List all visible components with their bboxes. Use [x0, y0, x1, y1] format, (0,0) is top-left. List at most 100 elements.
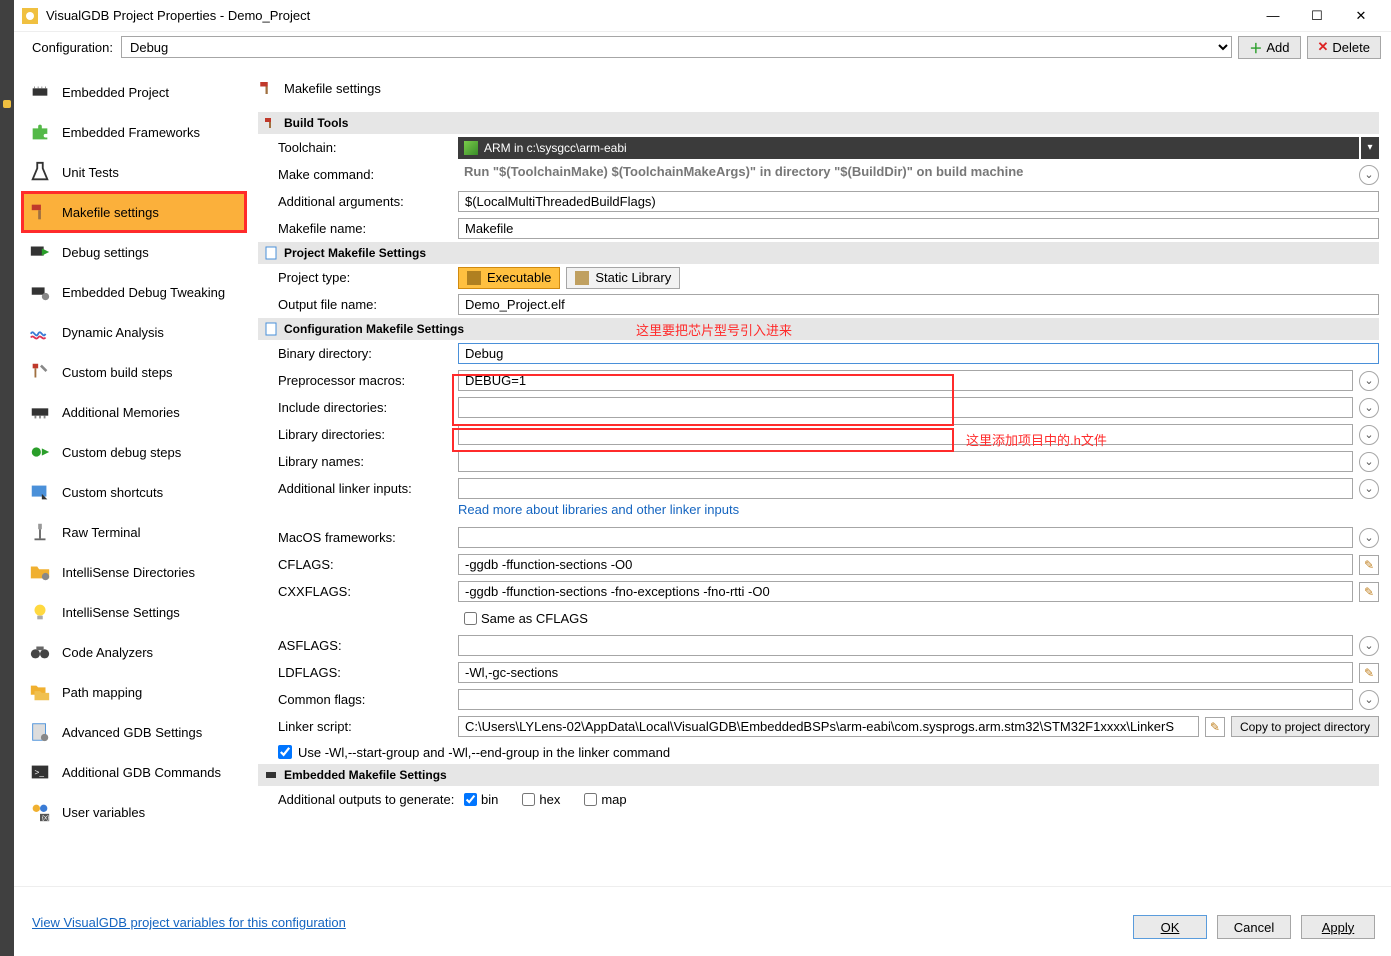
sidebar-item-code-analyzers[interactable]: Code Analyzers: [22, 632, 246, 672]
sidebar-item-intellisense-settings[interactable]: IntelliSense Settings: [22, 592, 246, 632]
label-cxxflags: CXXFLAGS:: [278, 584, 458, 599]
add-configuration-button[interactable]: ＋Add: [1238, 36, 1300, 59]
label-project-type: Project type:: [278, 270, 458, 285]
use-wl-group-checkbox[interactable]: [278, 745, 292, 759]
svg-text:>_: >_: [35, 768, 45, 777]
linker-script-input[interactable]: [458, 716, 1199, 737]
pencil-icon[interactable]: ✎: [1205, 717, 1225, 737]
close-button[interactable]: ✕: [1339, 1, 1383, 31]
chevron-down-icon[interactable]: ▾: [1361, 137, 1379, 159]
maximize-button[interactable]: ☐: [1295, 1, 1339, 31]
titlebar: VisualGDB Project Properties - Demo_Proj…: [14, 0, 1391, 32]
makefile-name-input[interactable]: [458, 218, 1379, 239]
pencil-icon[interactable]: ✎: [1359, 555, 1379, 575]
board-play-icon: [28, 240, 52, 264]
preprocessor-macros-input[interactable]: [458, 370, 1353, 391]
sidebar-item-unit-tests[interactable]: Unit Tests: [22, 152, 246, 192]
sidebar-item-embedded-debug-tweaking[interactable]: Embedded Debug Tweaking: [22, 272, 246, 312]
sidebar-item-additional-memories[interactable]: Additional Memories: [22, 392, 246, 432]
sidebar-item-makefile-settings[interactable]: Makefile settings: [22, 192, 246, 232]
editor-gutter: [0, 0, 14, 956]
sidebar-item-raw-terminal[interactable]: Raw Terminal: [22, 512, 246, 552]
expand-button[interactable]: ⌄: [1359, 425, 1379, 445]
output-bin-checkbox[interactable]: bin: [464, 792, 498, 807]
sidebar-item-user-variables[interactable]: {x}= User variables: [22, 792, 246, 832]
macos-frameworks-input[interactable]: [458, 527, 1353, 548]
sidebar-item-label: Dynamic Analysis: [62, 325, 164, 340]
sidebar-item-dynamic-analysis[interactable]: Dynamic Analysis: [22, 312, 246, 352]
section-build-tools: Build Tools: [258, 112, 1379, 134]
expand-button[interactable]: ⌄: [1359, 479, 1379, 499]
sidebar-item-embedded-frameworks[interactable]: Embedded Frameworks: [22, 112, 246, 152]
svg-text:{x}=: {x}=: [42, 814, 51, 821]
sidebar-item-label: Advanced GDB Settings: [62, 725, 202, 740]
label-make-command: Make command:: [278, 167, 458, 182]
sidebar-item-label: Embedded Debug Tweaking: [62, 285, 225, 300]
label-additional-linker-inputs: Additional linker inputs:: [278, 481, 458, 496]
output-hex-checkbox[interactable]: hex: [522, 792, 560, 807]
cflags-input[interactable]: [458, 554, 1353, 575]
sidebar-item-label: User variables: [62, 805, 145, 820]
sidebar-item-intellisense-directories[interactable]: IntelliSense Directories: [22, 552, 246, 592]
expand-button[interactable]: ⌄: [1359, 636, 1379, 656]
readmore-link[interactable]: Read more about libraries and other link…: [458, 502, 739, 517]
delete-configuration-button[interactable]: ✕Delete: [1307, 36, 1381, 59]
additional-args-input[interactable]: [458, 191, 1379, 212]
sidebar-item-path-mapping[interactable]: Path mapping: [22, 672, 246, 712]
output-map-checkbox[interactable]: map: [584, 792, 626, 807]
library-directories-input[interactable]: [458, 424, 1353, 445]
content-pane: Makefile settings Build Tools Toolchain:…: [252, 62, 1391, 886]
label-output-file-name: Output file name:: [278, 297, 458, 312]
console-icon: >_: [28, 760, 52, 784]
project-type-static-library[interactable]: Static Library: [566, 267, 680, 289]
sidebar-item-label: Custom build steps: [62, 365, 173, 380]
cancel-button[interactable]: Cancel: [1217, 915, 1291, 939]
sidebar-item-label: Embedded Project: [62, 85, 169, 100]
sidebar-item-label: Custom debug steps: [62, 445, 181, 460]
binoculars-icon: [28, 640, 52, 664]
ok-button[interactable]: OK: [1133, 915, 1207, 939]
expand-button[interactable]: ⌄: [1359, 165, 1379, 185]
flask-icon: [28, 160, 52, 184]
expand-button[interactable]: ⌄: [1359, 690, 1379, 710]
sidebar-item-embedded-project[interactable]: Embedded Project: [22, 72, 246, 112]
project-type-executable[interactable]: Executable: [458, 267, 560, 289]
include-directories-input[interactable]: [458, 397, 1353, 418]
shortcut-icon: [28, 480, 52, 504]
configuration-select[interactable]: Debug: [121, 36, 1232, 58]
view-variables-link[interactable]: View VisualGDB project variables for thi…: [32, 915, 346, 930]
sidebar-item-custom-shortcuts[interactable]: Custom shortcuts: [22, 472, 246, 512]
library-names-input[interactable]: [458, 451, 1353, 472]
sidebar: Embedded Project Embedded Frameworks Uni…: [14, 62, 252, 886]
lib-icon: [575, 271, 589, 285]
expand-button[interactable]: ⌄: [1359, 528, 1379, 548]
toolchain-selector[interactable]: ARM in c:\sysgcc\arm-eabi: [458, 137, 1359, 159]
sidebar-item-label: Raw Terminal: [62, 525, 141, 540]
sidebar-item-custom-debug-steps[interactable]: Custom debug steps: [22, 432, 246, 472]
apply-button[interactable]: Apply: [1301, 915, 1375, 939]
sidebar-item-debug-settings[interactable]: Debug settings: [22, 232, 246, 272]
ldflags-input[interactable]: [458, 662, 1353, 683]
label-common-flags: Common flags:: [278, 692, 458, 707]
minimize-button[interactable]: —: [1251, 1, 1295, 31]
sidebar-item-additional-gdb-commands[interactable]: >_Additional GDB Commands: [22, 752, 246, 792]
pencil-icon[interactable]: ✎: [1359, 663, 1379, 683]
copy-to-project-directory-button[interactable]: Copy to project directory: [1231, 716, 1379, 737]
sidebar-item-custom-build-steps[interactable]: Custom build steps: [22, 352, 246, 392]
lightbulb-icon: [28, 600, 52, 624]
same-as-cflags-checkbox[interactable]: Same as CFLAGS: [464, 611, 588, 626]
sidebar-item-label: Code Analyzers: [62, 645, 153, 660]
cxxflags-input[interactable]: [458, 581, 1353, 602]
sidebar-item-advanced-gdb-settings[interactable]: Advanced GDB Settings: [22, 712, 246, 752]
pencil-icon[interactable]: ✎: [1359, 582, 1379, 602]
chip-icon: [28, 80, 52, 104]
sidebar-item-label: Unit Tests: [62, 165, 119, 180]
additional-linker-inputs-input[interactable]: [458, 478, 1353, 499]
binary-directory-input[interactable]: [458, 343, 1379, 364]
asflags-input[interactable]: [458, 635, 1353, 656]
expand-button[interactable]: ⌄: [1359, 398, 1379, 418]
expand-button[interactable]: ⌄: [1359, 371, 1379, 391]
output-file-name-input[interactable]: [458, 294, 1379, 315]
expand-button[interactable]: ⌄: [1359, 452, 1379, 472]
common-flags-input[interactable]: [458, 689, 1353, 710]
